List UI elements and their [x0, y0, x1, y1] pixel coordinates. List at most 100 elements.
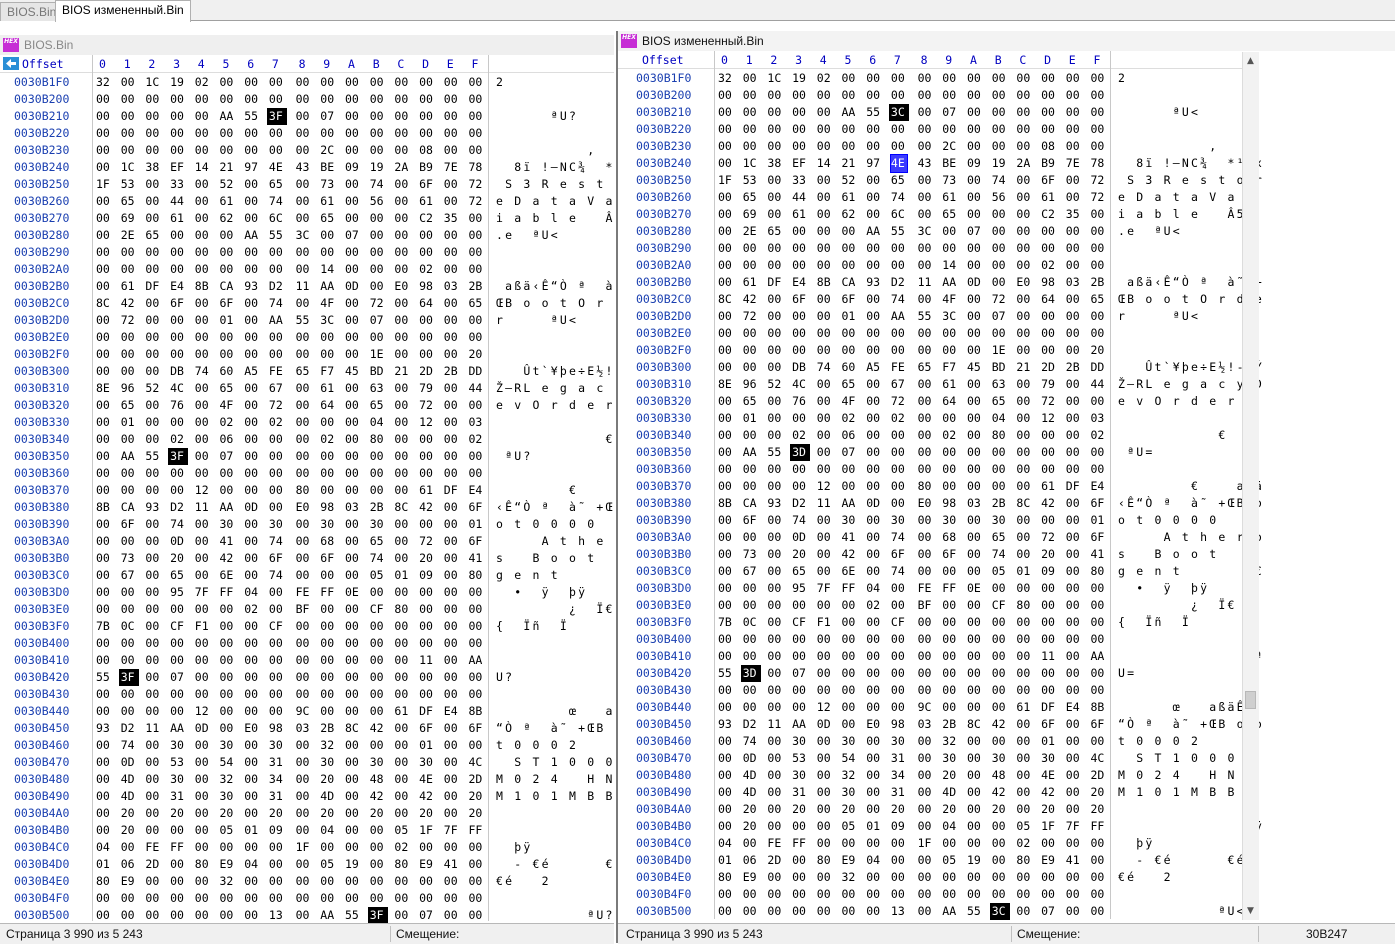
byte-cell[interactable]: 00	[145, 737, 161, 754]
byte-cell[interactable]: 33	[170, 176, 186, 193]
byte-cell[interactable]: 00	[394, 91, 410, 108]
ascii-text[interactable]: 2	[1118, 70, 1127, 87]
byte-cell[interactable]: 00	[842, 138, 858, 155]
byte-cell[interactable]: 00	[942, 325, 958, 342]
byte-cell[interactable]: 00	[320, 482, 336, 499]
byte-cell[interactable]: 00	[296, 567, 312, 584]
byte-cell[interactable]: BD	[992, 359, 1008, 376]
byte-cell[interactable]: 00	[394, 227, 410, 244]
byte-cell[interactable]: 00	[866, 614, 882, 631]
byte-cell[interactable]: 06	[121, 856, 137, 873]
byte-cell[interactable]: 00	[718, 325, 734, 342]
byte-cell[interactable]: 00	[918, 104, 934, 121]
byte-cell[interactable]: 00	[1066, 665, 1082, 682]
byte-cell[interactable]: 00	[220, 618, 236, 635]
byte-cell[interactable]: E4	[1091, 478, 1107, 495]
byte-cell[interactable]: 00	[792, 648, 808, 665]
byte-cell[interactable]: 00	[918, 325, 934, 342]
byte-cell[interactable]: 00	[767, 767, 783, 784]
byte-cell[interactable]: 45	[967, 359, 983, 376]
byte-cell[interactable]: 00	[967, 784, 983, 801]
byte-cell[interactable]: 00	[269, 856, 285, 873]
byte-cell[interactable]: 72	[469, 193, 485, 210]
byte-cell[interactable]: CA	[842, 274, 858, 291]
ascii-text[interactable]: S 3 R e s t o	[496, 176, 614, 193]
byte-cell[interactable]: 00	[370, 329, 386, 346]
byte-cell[interactable]: 00	[918, 240, 934, 257]
byte-cell[interactable]: 00	[1041, 665, 1057, 682]
byte-cell[interactable]: AA	[320, 278, 336, 295]
byte-cell[interactable]: 00	[195, 822, 211, 839]
scrollbar-thumb[interactable]	[1245, 691, 1256, 709]
byte-cell[interactable]: 76	[792, 393, 808, 410]
byte-cell[interactable]: 00	[1016, 869, 1032, 886]
byte-cell[interactable]: 67	[121, 567, 137, 584]
byte-cell[interactable]: 72	[269, 397, 285, 414]
byte-cell[interactable]: 00	[444, 533, 460, 550]
byte-cell[interactable]: 00	[967, 342, 983, 359]
byte-cell[interactable]: 00	[891, 240, 907, 257]
byte-cell[interactable]: 00	[469, 839, 485, 856]
ascii-text[interactable]: €	[496, 431, 614, 448]
byte-cell[interactable]: 06	[220, 431, 236, 448]
byte-cell[interactable]: 30	[891, 733, 907, 750]
byte-cell[interactable]: 00	[269, 465, 285, 482]
byte-cell[interactable]: 8B	[469, 703, 485, 720]
byte-cell[interactable]: 7B	[96, 618, 112, 635]
byte-cell[interactable]: 80	[1016, 852, 1032, 869]
byte-cell[interactable]: FE	[145, 839, 161, 856]
byte-cell[interactable]: 04	[96, 839, 112, 856]
byte-cell[interactable]: 67	[743, 563, 759, 580]
byte-cell[interactable]: 8B	[96, 499, 112, 516]
byte-cell[interactable]: 00	[469, 635, 485, 652]
byte-cell[interactable]: 1E	[992, 342, 1008, 359]
byte-cell[interactable]: 00	[767, 801, 783, 818]
byte-cell[interactable]: 00	[269, 669, 285, 686]
byte-cell[interactable]: 80	[394, 601, 410, 618]
byte-cell[interactable]: 00	[1041, 835, 1057, 852]
byte-cell[interactable]: 00	[244, 839, 260, 856]
byte-cell[interactable]: 98	[269, 720, 285, 737]
byte-cell[interactable]: 61	[419, 193, 435, 210]
byte-cell[interactable]: 00	[1016, 138, 1032, 155]
byte-cell[interactable]: 00	[891, 121, 907, 138]
byte-cell[interactable]: 00	[345, 839, 361, 856]
ascii-text[interactable]: .e ªU<	[496, 227, 560, 244]
byte-cell[interactable]: 6F	[1091, 495, 1107, 512]
byte-cell[interactable]: 00	[296, 788, 312, 805]
byte-cell[interactable]: 00	[1066, 512, 1082, 529]
byte-cell[interactable]: 42	[992, 784, 1008, 801]
byte-cell[interactable]: 00	[1066, 172, 1082, 189]
byte-cell[interactable]: 63	[370, 380, 386, 397]
byte-cell[interactable]: 00	[370, 210, 386, 227]
byte-cell[interactable]: 00	[419, 873, 435, 890]
byte-cell[interactable]: 00	[1066, 716, 1082, 733]
byte-cell[interactable]: 00	[394, 652, 410, 669]
byte-cell[interactable]: 00	[145, 584, 161, 601]
byte-cell[interactable]: 00	[244, 873, 260, 890]
byte-cell[interactable]: 00	[296, 380, 312, 397]
byte-cell[interactable]: 07	[320, 108, 336, 125]
byte-cell[interactable]: 65	[170, 567, 186, 584]
byte-cell[interactable]: 00	[195, 329, 211, 346]
byte-cell[interactable]: 00	[718, 240, 734, 257]
byte-cell[interactable]: 00	[743, 580, 759, 597]
byte-cell[interactable]: 00	[145, 822, 161, 839]
byte-cell[interactable]: 74	[121, 737, 137, 754]
byte-cell[interactable]: 00	[419, 601, 435, 618]
byte-cell[interactable]: 00	[220, 482, 236, 499]
byte-cell[interactable]: 8B	[718, 495, 734, 512]
byte-cell[interactable]: 00	[96, 805, 112, 822]
byte-cell[interactable]: 2D	[419, 363, 435, 380]
byte-cell[interactable]: 00	[1066, 444, 1082, 461]
byte-cell[interactable]: 00	[767, 512, 783, 529]
byte-cell[interactable]: 00	[817, 648, 833, 665]
byte-cell[interactable]: 00	[1016, 750, 1032, 767]
byte-cell[interactable]: 02	[244, 601, 260, 618]
byte-cell[interactable]: 65	[145, 227, 161, 244]
byte-cell[interactable]: 00	[296, 210, 312, 227]
byte-cell[interactable]: 00	[170, 125, 186, 142]
byte-cell[interactable]: 00	[1016, 206, 1032, 223]
byte-cell[interactable]: 55	[767, 444, 783, 461]
byte-cell[interactable]: 00	[320, 703, 336, 720]
